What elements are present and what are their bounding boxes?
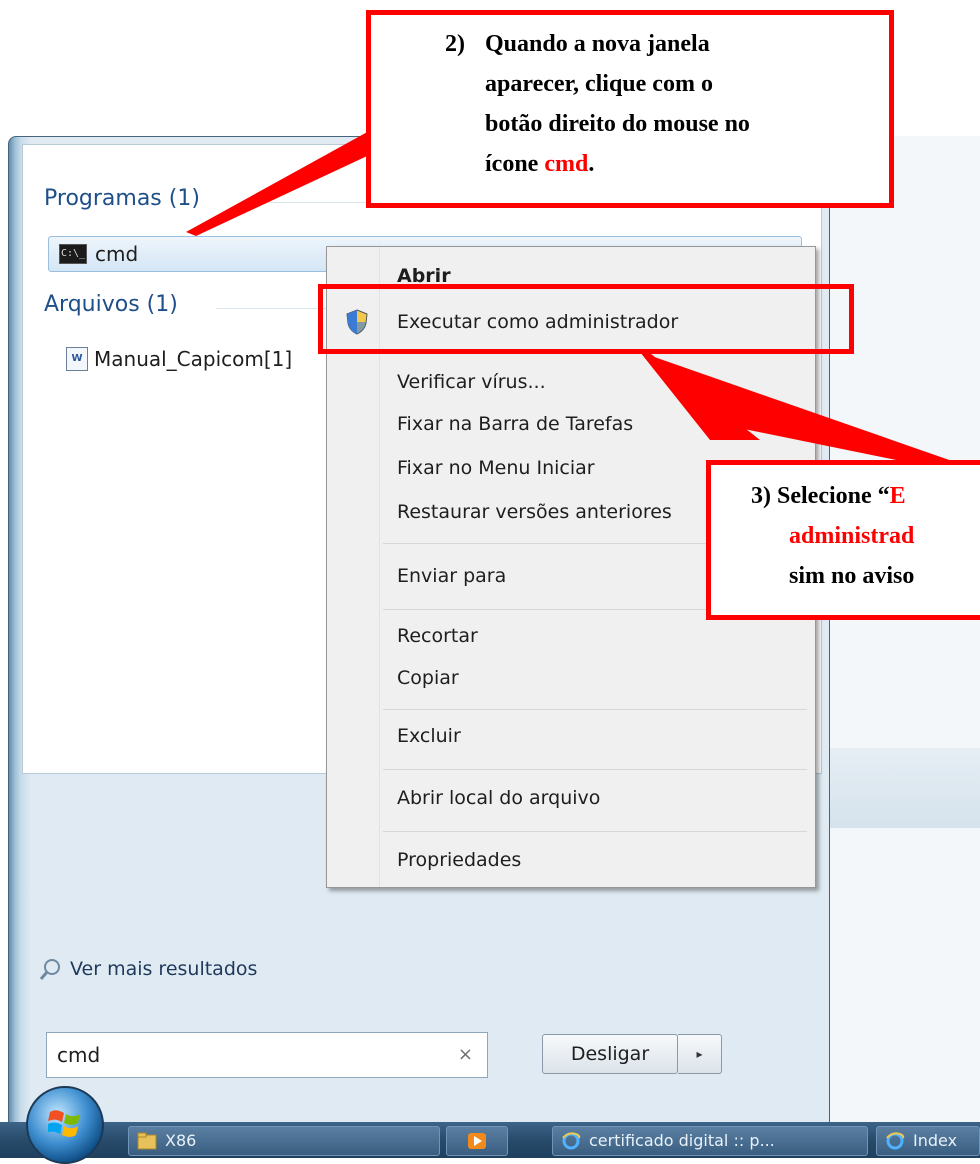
callout-step-3-num: 3): [751, 483, 771, 509]
callout-step-2-line1: Quando a nova janela: [485, 31, 710, 57]
callout-step-3-line1-pre: Selecione “: [777, 483, 890, 509]
callout-3-pointer-wide: [640, 352, 955, 472]
callout-step-2-line4-pre: ícone: [485, 151, 545, 177]
callout-step-2-line4-post: .: [588, 151, 595, 177]
callout-step-2-line2: aparecer, clique com o: [485, 71, 713, 97]
callout-step-3-line2: administrad: [789, 523, 915, 549]
callout-step-3-line1-red: E: [889, 483, 906, 509]
callout-step-2: 2) Quando a nova janela aparecer, clique…: [366, 10, 894, 208]
callout-step-3: 3) Selecione “E administrad sim no aviso: [706, 460, 980, 620]
callout-step-2-line3: botão direito do mouse no: [485, 111, 750, 137]
callout-step-2-num: 2): [445, 31, 465, 57]
highlight-run-as-admin: [318, 284, 854, 354]
callout-step-2-line4: ícone cmd.: [485, 151, 594, 178]
callout-step-2-cmd: cmd: [544, 151, 589, 177]
callout-step-3-line1: 3) Selecione “E: [751, 483, 906, 510]
callout-2-pointer: [186, 125, 380, 236]
callout-step-3-line3: sim no aviso: [789, 563, 915, 589]
